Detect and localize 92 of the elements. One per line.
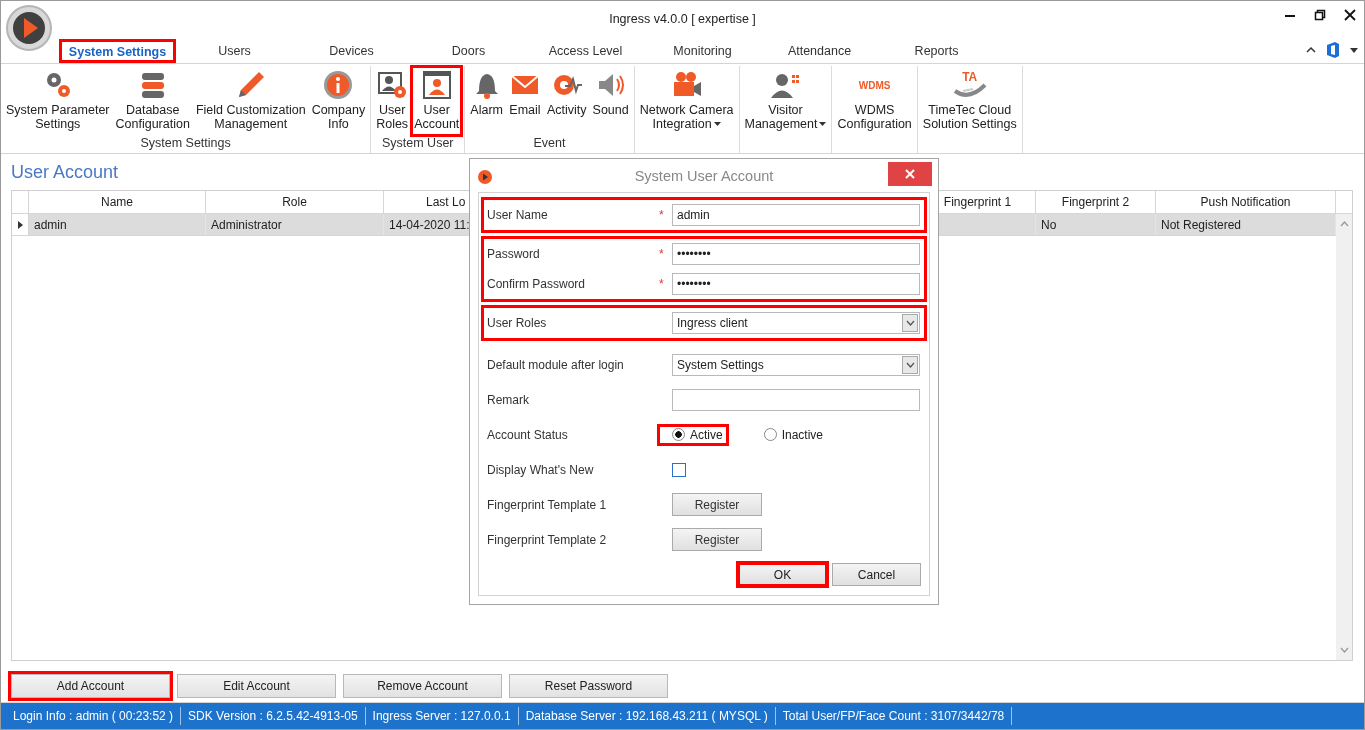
dialog-title: System User Account	[634, 167, 774, 184]
page-title: User Account	[11, 161, 119, 184]
input-field[interactable]: ••••••••	[672, 273, 920, 295]
status-item: Total User/FP/Face Count : 3107/3442/78	[775, 707, 1013, 725]
ribbon-tab[interactable]: Reports	[878, 39, 995, 63]
window-title: Ingress v4.0.0 [ expertise ]	[609, 12, 756, 26]
scroll-up-icon[interactable]	[1339, 221, 1349, 227]
ribbon-tab[interactable]: Access Level	[527, 39, 644, 63]
ribbon-button[interactable]: Alarm	[467, 66, 506, 136]
ribbon-button[interactable]: System Parameter Settings	[3, 66, 113, 136]
ribbon-button[interactable]: User Roles	[373, 66, 412, 136]
input-field[interactable]: ••••••••	[672, 243, 920, 265]
row-pointer-icon	[17, 220, 23, 229]
ribbon-button[interactable]: Network Camera Integration	[636, 66, 737, 136]
radio-option[interactable]: Inactive	[749, 424, 829, 445]
ribbon-button[interactable]: WDMS WDMS Configuration	[834, 66, 915, 136]
ribbon-button[interactable]: Database Configuration	[112, 66, 193, 136]
status-item: Login Info : admin ( 00:23:52 )	[6, 707, 182, 725]
column-header[interactable]: Push Notification	[1200, 195, 1291, 209]
ribbon-button[interactable]: Email	[505, 66, 544, 136]
app-logo	[478, 170, 492, 184]
ribbon-button[interactable]: Company Info	[308, 66, 369, 136]
group-label: Event	[532, 136, 567, 152]
column-header[interactable]: Name	[101, 195, 133, 209]
office-icon[interactable]	[1326, 42, 1340, 58]
table-cell: Administrator	[211, 217, 282, 232]
checkbox[interactable]	[672, 462, 686, 477]
chevron-icon	[905, 320, 915, 326]
user-account-icon	[420, 69, 453, 101]
scroll-down-icon[interactable]	[1339, 647, 1349, 653]
field-label: User Roles	[487, 316, 548, 330]
info-icon	[322, 69, 355, 101]
register-button[interactable]: Register	[672, 528, 762, 551]
field-label: Password	[487, 247, 541, 261]
column-header[interactable]: Fingerprint 1	[943, 195, 1012, 209]
ribbon-button[interactable]: User Account	[411, 66, 463, 136]
status-item: Ingress Server : 127.0.0.1	[365, 707, 519, 725]
timetec-logo: TA	[952, 71, 987, 99]
wdms-logo: WDMS	[858, 79, 891, 91]
collapse-icon[interactable]	[1306, 46, 1316, 54]
table-cell: 14-04-2020 11:	[389, 217, 470, 232]
status-item: SDK Version : 6.2.5.42-4913-05	[181, 707, 366, 725]
close-button[interactable]	[888, 162, 932, 186]
input-field[interactable]: admin	[672, 204, 920, 226]
register-button[interactable]: Register	[672, 493, 762, 516]
column-header[interactable]: Last Lo	[426, 195, 466, 209]
field-label: Fingerprint Template 2	[487, 532, 608, 547]
ribbon-tab[interactable]: Devices	[293, 39, 410, 63]
ribbon-button[interactable]: Visitor Management	[741, 66, 830, 136]
ribbon-button[interactable]: Field Customization Management	[192, 66, 309, 136]
ribbon-tab[interactable]: Users	[176, 39, 293, 63]
ribbon-tab[interactable]: Doors	[410, 39, 527, 63]
close-icon	[905, 169, 915, 179]
dialog-button[interactable]: OK	[738, 563, 827, 586]
group-label: System User	[380, 136, 455, 152]
field-label: Account Status	[487, 427, 569, 442]
action-button[interactable]: Remove Account	[343, 674, 502, 698]
dialog-button[interactable]: Cancel	[832, 563, 921, 586]
table-cell: Not Registered	[1161, 217, 1242, 232]
app-logo[interactable]	[5, 4, 53, 52]
radio-option[interactable]: Active	[658, 424, 728, 445]
dropdown-icon[interactable]	[1350, 47, 1358, 53]
dropdown-field[interactable]: System Settings	[672, 353, 920, 376]
chevron-icon	[905, 361, 915, 368]
field-label: Fingerprint Template 1	[487, 497, 608, 512]
input-field[interactable]	[672, 388, 920, 411]
field-label: Remark	[487, 392, 530, 407]
status-item: Database Server : 192.168.43.211 ( MYSQL )	[518, 707, 776, 725]
required-mark: *	[659, 277, 664, 291]
table-cell: No	[1041, 217, 1057, 232]
field-label: Default module after login	[487, 357, 625, 372]
action-button[interactable]: Add Account	[11, 674, 170, 698]
scrollbar[interactable]	[1336, 214, 1352, 660]
required-mark: *	[659, 247, 664, 261]
ribbon-tab[interactable]: System Settings	[59, 39, 176, 63]
group-label: System Settings	[139, 136, 232, 152]
column-header[interactable]: Role	[282, 195, 307, 209]
ribbon-button[interactable]: TA TimeTec Cloud Solution Settings	[919, 66, 1020, 136]
dropdown-field[interactable]: Ingress client	[672, 312, 920, 334]
user-roles-icon	[376, 69, 409, 101]
ribbon-tab[interactable]: Attendance	[761, 39, 878, 63]
action-button[interactable]: Edit Account	[177, 674, 336, 698]
field-label: Display What's New	[487, 462, 595, 477]
table-cell: admin	[34, 217, 67, 232]
ribbon-tab[interactable]: Monitoring	[644, 39, 761, 63]
ribbon-button[interactable]: Sound	[589, 66, 632, 136]
column-header[interactable]: Fingerprint 2	[1061, 195, 1130, 209]
close-icon[interactable]	[1344, 9, 1356, 21]
action-button[interactable]: Reset Password	[509, 674, 668, 698]
field-label: Confirm Password	[487, 277, 587, 291]
ribbon-button[interactable]: Activity	[543, 66, 590, 136]
restore-icon[interactable]	[1314, 9, 1326, 21]
